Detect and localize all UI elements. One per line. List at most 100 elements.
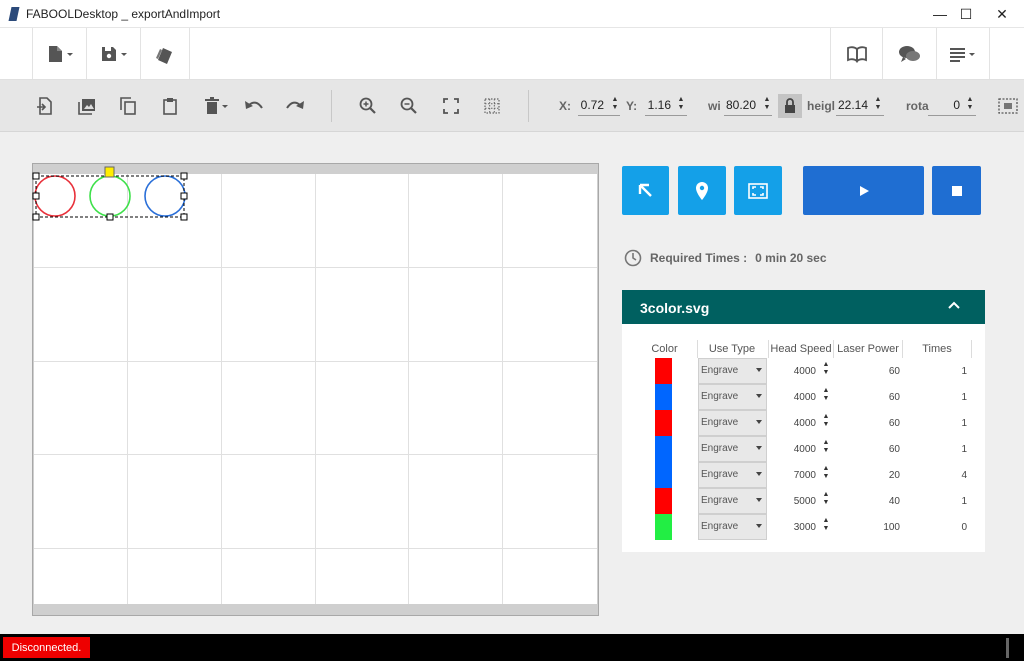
- layer-color-swatch: [655, 462, 672, 488]
- zoom-in-icon: [359, 97, 376, 114]
- fullscreen-icon: [443, 98, 459, 114]
- delete-button[interactable]: [200, 92, 232, 120]
- resize-handle[interactable]: [106, 213, 114, 221]
- x-label: X:: [559, 99, 571, 113]
- menu-button[interactable]: [936, 28, 990, 79]
- head-speed-stepper[interactable]: ▲ ▼: [822, 439, 830, 455]
- head-speed-stepper[interactable]: ▲ ▼: [822, 413, 830, 429]
- chevron-down-icon: [756, 368, 762, 372]
- support-chat-button[interactable]: [882, 28, 936, 79]
- y-stepper[interactable]: ▲ ▼: [677, 96, 685, 112]
- laser-power-value[interactable]: 40: [862, 496, 900, 507]
- new-file-button[interactable]: [32, 28, 86, 79]
- head-speed-value[interactable]: 5000: [782, 496, 816, 507]
- required-time-value: 0 min 20 sec: [755, 251, 827, 265]
- head-speed-value[interactable]: 7000: [782, 470, 816, 481]
- start-button[interactable]: [803, 166, 924, 215]
- manual-button[interactable]: [830, 28, 882, 79]
- required-time: Required Times : 0 min 20 sec: [624, 249, 827, 267]
- layer-color-swatch: [655, 436, 672, 462]
- canvas-shapes[interactable]: [30, 165, 195, 227]
- resize-handle[interactable]: [180, 172, 188, 180]
- rotate-handle[interactable]: [104, 166, 115, 178]
- grid-button[interactable]: [478, 92, 506, 120]
- resize-grip[interactable]: [1006, 638, 1009, 658]
- resize-handle[interactable]: [180, 213, 188, 221]
- close-button[interactable]: ✕: [980, 0, 1024, 28]
- resize-handle[interactable]: [180, 192, 188, 200]
- width-stepper[interactable]: ▲ ▼: [763, 96, 771, 112]
- use-type-select[interactable]: Engrave: [698, 384, 767, 410]
- frame-check-button[interactable]: [734, 166, 782, 215]
- fit-to-screen-button[interactable]: [437, 92, 465, 120]
- clock-icon: [624, 249, 642, 267]
- use-type-select[interactable]: Engrave: [698, 436, 767, 462]
- head-speed-stepper[interactable]: ▲ ▼: [822, 491, 830, 507]
- head-speed-stepper[interactable]: ▲ ▼: [822, 465, 830, 481]
- red-circle[interactable]: [34, 175, 76, 217]
- green-circle[interactable]: [89, 175, 131, 217]
- chevron-down-icon: [756, 524, 762, 528]
- laser-power-value[interactable]: 60: [862, 418, 900, 429]
- align-button[interactable]: [994, 92, 1022, 120]
- use-type-select[interactable]: Engrave: [698, 462, 767, 488]
- set-position-button[interactable]: [678, 166, 726, 215]
- use-type-select[interactable]: Engrave: [698, 514, 767, 540]
- head-speed-value[interactable]: 4000: [782, 444, 816, 455]
- head-speed-stepper[interactable]: ▲ ▼: [822, 361, 830, 377]
- work-canvas[interactable]: [34, 174, 597, 604]
- height-stepper[interactable]: ▲ ▼: [874, 96, 882, 112]
- file-panel-header[interactable]: 3color.svg: [622, 290, 985, 324]
- x-stepper[interactable]: ▲ ▼: [611, 96, 619, 112]
- use-type-select[interactable]: Engrave: [698, 410, 767, 436]
- move-to-origin-button[interactable]: [622, 166, 669, 215]
- head-speed-value[interactable]: 4000: [782, 418, 816, 429]
- laser-power-value[interactable]: 60: [862, 392, 900, 403]
- use-type-value: Engrave: [701, 391, 739, 402]
- blue-circle[interactable]: [144, 175, 186, 217]
- resize-handle[interactable]: [32, 213, 40, 221]
- resize-handle[interactable]: [32, 192, 40, 200]
- times-value[interactable]: 1: [932, 444, 967, 455]
- layers-button[interactable]: [140, 28, 190, 79]
- laser-power-value[interactable]: 100: [862, 522, 900, 533]
- undo-button[interactable]: [240, 92, 268, 120]
- selection-box[interactable]: [35, 175, 185, 218]
- floppy-disk-icon: [101, 46, 127, 61]
- paste-button[interactable]: [156, 92, 184, 120]
- stop-button[interactable]: [932, 166, 981, 215]
- grid-line: [408, 174, 409, 604]
- head-speed-stepper[interactable]: ▲ ▼: [822, 387, 830, 403]
- main-toolbar: [0, 28, 1024, 80]
- laser-power-value[interactable]: 60: [862, 444, 900, 455]
- times-value[interactable]: 4: [932, 470, 967, 481]
- times-value[interactable]: 1: [932, 496, 967, 507]
- head-speed-value[interactable]: 4000: [782, 392, 816, 403]
- times-value[interactable]: 1: [932, 392, 967, 403]
- use-type-select[interactable]: Engrave: [698, 488, 767, 514]
- zoom-out-button[interactable]: [395, 92, 423, 120]
- aspect-lock-button[interactable]: [778, 94, 802, 118]
- use-type-select[interactable]: Engrave: [698, 358, 767, 384]
- image-button[interactable]: [73, 92, 101, 120]
- times-value[interactable]: 1: [932, 366, 967, 377]
- rotate-stepper[interactable]: ▲ ▼: [966, 96, 974, 112]
- times-value[interactable]: 0: [932, 522, 967, 533]
- copy-button[interactable]: [114, 92, 142, 120]
- zoom-in-button[interactable]: [354, 92, 382, 120]
- collapse-panel-button[interactable]: [947, 298, 961, 317]
- laser-power-value[interactable]: 60: [862, 366, 900, 377]
- import-file-icon: [37, 97, 52, 115]
- laser-power-value[interactable]: 20: [862, 470, 900, 481]
- import-button[interactable]: [31, 92, 59, 120]
- head-speed-value[interactable]: 3000: [782, 522, 816, 533]
- save-button[interactable]: [86, 28, 140, 79]
- redo-button[interactable]: [281, 92, 309, 120]
- times-value[interactable]: 1: [932, 418, 967, 429]
- head-speed-value[interactable]: 4000: [782, 366, 816, 377]
- grid-line: [34, 267, 597, 268]
- resize-handle[interactable]: [32, 172, 40, 180]
- undo-icon: [245, 101, 263, 109]
- head-speed-stepper[interactable]: ▲ ▼: [822, 517, 830, 533]
- rotate-label: rota: [906, 99, 929, 113]
